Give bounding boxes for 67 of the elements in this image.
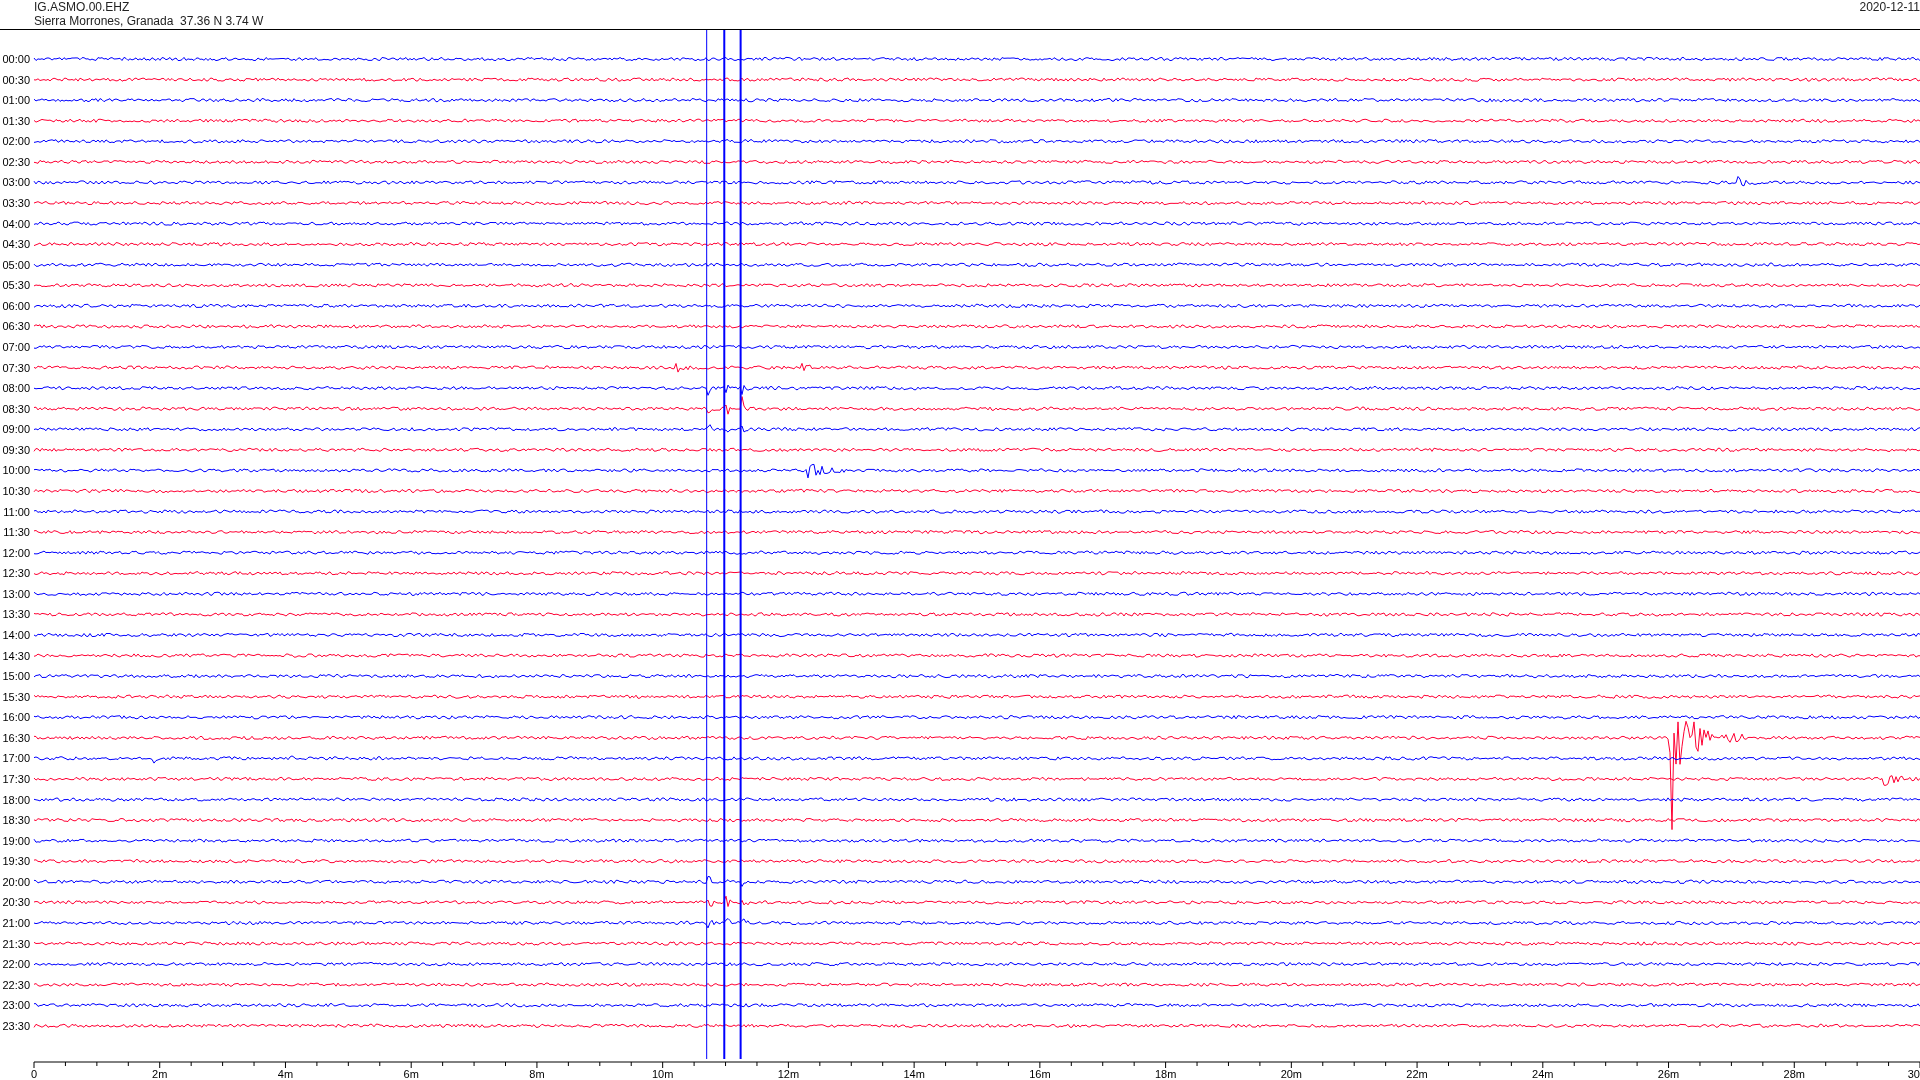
time-label: 20:30 [2,896,30,909]
axis-tick-label: 24m [1532,1068,1554,1080]
time-label: 17:00 [2,752,30,765]
time-label: 07:30 [2,361,30,374]
time-label: 10:30 [2,484,30,497]
axis-tick-label: 14m [903,1068,925,1080]
time-label: 17:30 [2,772,30,785]
axis-tick-label: 10m [651,1068,674,1080]
time-label: 18:30 [2,814,30,827]
time-label: 08:00 [2,382,30,395]
time-label: 12:00 [2,546,30,559]
station-code: IG.ASMO.00.EHZ [34,0,131,14]
axis-tick-label: 26m [1657,1068,1680,1080]
time-label: 21:30 [2,937,30,950]
axis-tick-label: 30 [1907,1068,1920,1080]
time-label: 23:00 [2,999,30,1012]
time-label: 09:00 [2,423,30,436]
time-label: 06:00 [2,299,30,312]
axis-tick-label: 22m [1406,1068,1428,1080]
time-label: 00:30 [2,73,30,86]
station-location: Sierra Morrones, Granada 37.36 N 3.74 W [34,14,264,28]
time-label: 03:00 [2,176,30,189]
time-label: 00:00 [2,53,30,65]
time-label: 14:30 [2,649,30,662]
time-label: 05:30 [2,279,30,292]
axis-tick-label: 2m [152,1068,168,1080]
axis-tick-label: 16m [1029,1068,1051,1080]
time-label: 03:30 [2,197,30,209]
time-label: 02:00 [2,135,30,148]
time-label: 05:00 [2,258,30,271]
time-label: 21:00 [2,916,30,929]
time-label: 19:30 [2,855,30,868]
time-label: 19:00 [2,834,30,847]
time-label: 09:30 [2,443,30,456]
axis-tick-label: 4m [277,1068,294,1080]
time-label: 23:30 [2,1019,30,1032]
time-label: 13:00 [2,587,30,600]
time-label: 04:00 [2,217,30,230]
axis-tick-label: 6m [403,1068,419,1080]
time-label: 16:30 [2,731,30,744]
time-label: 06:30 [2,320,30,333]
time-label: 07:00 [2,341,30,353]
time-label: 08:30 [2,402,30,415]
date-label: 2020-12-11 [1859,0,1920,14]
axis-tick-label: 28m [1783,1068,1805,1080]
time-label: 15:00 [2,670,30,683]
axis-tick-label: 12m [777,1068,800,1080]
time-label: 16:00 [2,711,30,724]
time-label: 11:30 [3,526,30,539]
time-label: 11:00 [3,505,30,518]
axis-tick-label: 8m [529,1068,545,1080]
time-label: 04:30 [2,238,30,251]
time-label: 18:00 [2,793,30,806]
axis-tick-label: 20m [1280,1068,1303,1080]
axis-tick-label: 18m [1154,1068,1177,1080]
time-label: 10:00 [2,464,30,477]
time-label: 15:30 [2,690,30,703]
time-label: 22:30 [2,978,30,991]
time-label: 14:00 [2,628,30,641]
time-label: 22:00 [2,958,30,971]
time-label: 01:30 [2,114,30,127]
axis-tick-label: 0 [30,1068,38,1080]
time-label: 01:00 [2,94,30,107]
time-label: 13:30 [2,608,30,621]
time-label: 02:30 [2,155,30,168]
time-label: 12:30 [2,567,30,580]
time-label: 20:00 [2,875,30,888]
